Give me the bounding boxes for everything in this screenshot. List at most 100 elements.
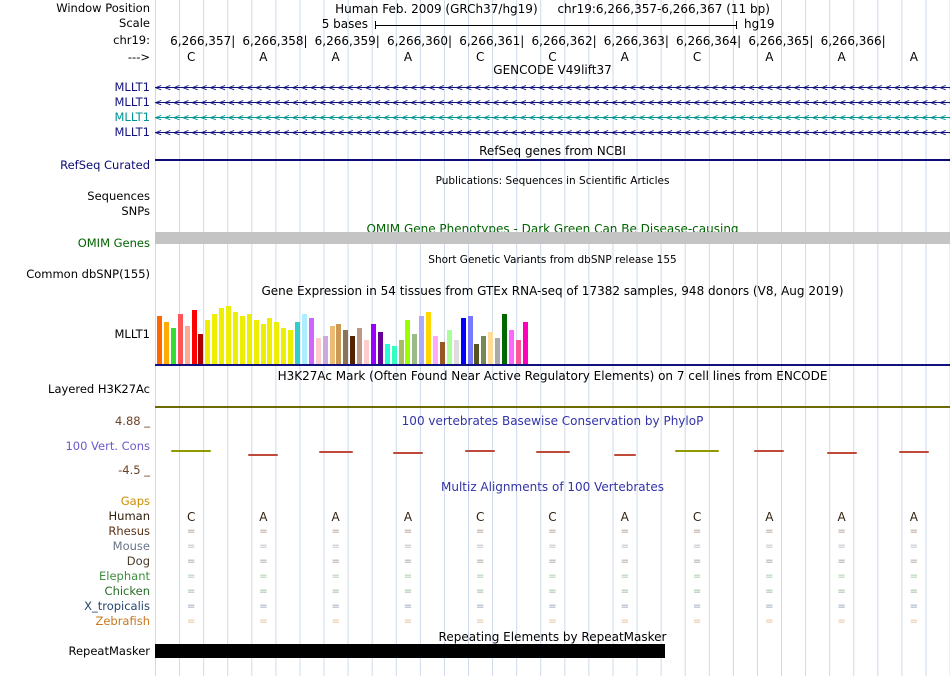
track-title-multiz[interactable]: Multiz Alignments of 100 Vertebrates xyxy=(155,481,950,494)
left-label[interactable]: Rhesus xyxy=(108,525,150,538)
gtex-expression-bar[interactable] xyxy=(426,312,432,364)
gtex-expression-bar[interactable] xyxy=(398,340,404,364)
gtex-expression-bar[interactable] xyxy=(357,328,363,364)
gtex-expression-bar[interactable] xyxy=(460,318,466,364)
left-label[interactable]: MLLT1 xyxy=(115,81,151,94)
gtex-expression-bar[interactable] xyxy=(198,334,204,364)
gtex-expression-bar[interactable] xyxy=(226,306,231,364)
gtex-expression-bar[interactable] xyxy=(439,342,445,364)
gtex-expression-bar[interactable] xyxy=(481,336,487,364)
track-title-publications[interactable]: Publications: Sequences in Scientific Ar… xyxy=(155,175,950,188)
alignment-match-mark: = xyxy=(331,601,340,612)
gtex-expression-bar[interactable] xyxy=(301,314,307,364)
gtex-expression-bar[interactable] xyxy=(184,326,190,364)
gene-line[interactable]: <<<<<<<<<<<<<<<<<<<<<<<<<<<<<<<<<<<<<<<<… xyxy=(155,111,950,124)
alignment-match-mark: = xyxy=(476,601,485,612)
left-label[interactable]: Dog xyxy=(127,555,150,568)
gtex-expression-bar[interactable] xyxy=(232,312,238,364)
gtex-expression-bar[interactable] xyxy=(212,314,218,364)
gtex-expression-bar[interactable] xyxy=(315,338,321,364)
gtex-expression-bar[interactable] xyxy=(522,322,528,364)
left-label[interactable]: Human xyxy=(109,510,150,523)
gtex-expression-bar[interactable] xyxy=(157,316,162,364)
gtex-expression-bar[interactable] xyxy=(246,314,252,364)
gtex-expression-bar[interactable] xyxy=(502,314,507,364)
left-label[interactable]: Layered H3K27Ac xyxy=(48,383,150,396)
track-title-dbsnp[interactable]: Short Genetic Variants from dbSNP releas… xyxy=(155,254,950,267)
left-label[interactable]: MLLT1 xyxy=(115,126,151,139)
track-title-phylop[interactable]: 100 vertebrates Basewise Conservation by… xyxy=(155,415,950,428)
track-title-h3k27ac[interactable]: H3K27Ac Mark (Often Found Near Active Re… xyxy=(155,370,950,383)
gtex-expression-bar[interactable] xyxy=(488,332,494,364)
alignment-match-mark: = xyxy=(620,526,629,537)
gtex-expression-bar[interactable] xyxy=(281,328,287,364)
gtex-expression-bar[interactable] xyxy=(219,308,225,364)
alignment-match-mark: = xyxy=(331,541,340,552)
gtex-expression-bar[interactable] xyxy=(336,324,342,364)
left-label[interactable]: MLLT1 xyxy=(115,96,151,109)
gtex-expression-bar[interactable] xyxy=(177,314,183,364)
gtex-expression-bar[interactable] xyxy=(253,320,259,364)
gtex-expression-bar[interactable] xyxy=(170,328,176,364)
left-label[interactable]: SNPs xyxy=(121,205,150,218)
gtex-expression-bar[interactable] xyxy=(515,340,521,364)
left-label[interactable]: Zebrafish xyxy=(95,615,150,628)
gtex-expression-bar[interactable] xyxy=(163,322,169,364)
gtex-expression-bar[interactable] xyxy=(370,324,376,364)
left-label[interactable]: Sequences xyxy=(87,190,150,203)
gtex-expression-bar[interactable] xyxy=(308,318,314,364)
gtex-expression-bar[interactable] xyxy=(322,336,328,364)
gtex-expression-bar[interactable] xyxy=(405,320,411,364)
gtex-expression-bar[interactable] xyxy=(433,336,438,364)
gtex-expression-bar[interactable] xyxy=(295,322,300,364)
gtex-expression-bar[interactable] xyxy=(412,334,418,364)
gtex-expression-bar[interactable] xyxy=(274,322,280,364)
gtex-expression-bar[interactable] xyxy=(384,344,390,364)
left-label[interactable]: -4.5 _ xyxy=(118,464,150,477)
gene-line[interactable]: <<<<<<<<<<<<<<<<<<<<<<<<<<<<<<<<<<<<<<<<… xyxy=(155,96,950,109)
left-label[interactable]: 4.88 _ xyxy=(115,415,150,428)
track-title-gtex[interactable]: Gene Expression in 54 tissues from GTEx … xyxy=(155,285,950,298)
left-label[interactable]: RefSeq Curated xyxy=(60,159,150,172)
gtex-expression-bar[interactable] xyxy=(446,330,452,364)
left-label[interactable]: Gaps xyxy=(121,495,150,508)
repeatmasker-element-bar[interactable] xyxy=(155,644,665,658)
left-label[interactable]: X_tropicalis xyxy=(84,600,150,613)
track-title-repeatmasker[interactable]: Repeating Elements by RepeatMasker xyxy=(155,631,950,644)
gtex-expression-bar[interactable] xyxy=(364,340,369,364)
gtex-expression-bar[interactable] xyxy=(350,336,356,364)
gtex-expression-bar[interactable] xyxy=(377,332,383,364)
browser-panel[interactable]: Human Feb. 2009 (GRCh37/hg19) chr19:6,26… xyxy=(155,0,950,676)
gtex-expression-bar[interactable] xyxy=(508,330,514,364)
left-label[interactable]: Common dbSNP(155) xyxy=(26,268,150,281)
gtex-expression-bar[interactable] xyxy=(419,316,425,364)
left-label[interactable]: Chicken xyxy=(105,585,150,598)
alignment-match-mark: = xyxy=(476,586,485,597)
gtex-expression-bar[interactable] xyxy=(343,330,349,364)
gene-line[interactable]: <<<<<<<<<<<<<<<<<<<<<<<<<<<<<<<<<<<<<<<<… xyxy=(155,126,950,139)
gtex-expression-bar[interactable] xyxy=(329,326,335,364)
gene-line[interactable]: <<<<<<<<<<<<<<<<<<<<<<<<<<<<<<<<<<<<<<<<… xyxy=(155,81,950,94)
gtex-expression-bar[interactable] xyxy=(467,316,473,364)
left-label[interactable]: 100 Vert. Cons xyxy=(65,440,150,453)
omim-gene-bar[interactable] xyxy=(155,232,950,244)
gtex-expression-bar[interactable] xyxy=(288,330,294,364)
track-title-refseq[interactable]: RefSeq genes from NCBI xyxy=(155,145,950,158)
left-label[interactable]: OMIM Genes xyxy=(78,237,150,250)
left-label[interactable]: Mouse xyxy=(113,540,150,553)
gtex-expression-bar[interactable] xyxy=(453,340,459,364)
track-title-gencode[interactable]: GENCODE V49lift37 xyxy=(155,64,950,77)
gtex-expression-bar[interactable] xyxy=(391,346,397,364)
left-label[interactable]: RepeatMasker xyxy=(69,645,151,658)
gtex-expression-bar[interactable] xyxy=(495,338,501,364)
gtex-expression-bar[interactable] xyxy=(191,310,197,364)
gtex-expression-bar[interactable] xyxy=(260,324,266,364)
gtex-expression-bar[interactable] xyxy=(239,316,245,364)
left-label[interactable]: Elephant xyxy=(99,570,150,583)
gtex-expression-bar[interactable] xyxy=(474,344,480,364)
left-label[interactable]: MLLT1 xyxy=(115,111,151,124)
gtex-expression-bar[interactable] xyxy=(205,320,211,364)
left-label[interactable]: MLLT1 xyxy=(115,328,151,341)
gtex-expression-bar[interactable] xyxy=(267,318,273,364)
refseq-gene-line[interactable] xyxy=(155,159,950,161)
